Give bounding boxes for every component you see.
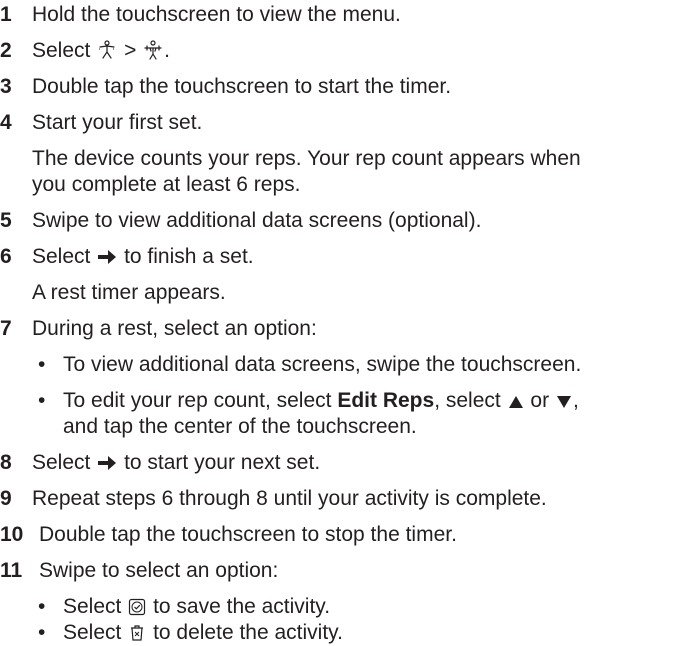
step-number: 8 [0, 451, 12, 474]
step-number: 2 [0, 39, 12, 62]
bullet-text: To view additional data screens, swipe t… [63, 353, 582, 376]
save-checkmark-icon [129, 598, 146, 616]
step-number: 6 [0, 245, 12, 268]
bullet: • [38, 389, 46, 412]
step-text: Swipe to select an option: [39, 559, 279, 582]
step-text: Select to finish a set. [32, 244, 254, 270]
step-4-note-line-1: The device counts your reps. Your rep co… [32, 147, 581, 170]
step-number: 5 [0, 209, 12, 232]
step-text: Select > . [32, 38, 170, 64]
step-text: Hold the touchscreen to view the menu. [32, 3, 401, 26]
bullet-text: Select to save the activity. [63, 594, 330, 620]
step-text: Double tap the touchscreen to start the … [32, 75, 452, 98]
step-text-pre: Select [32, 245, 91, 268]
bullet-text-or: or [530, 389, 550, 412]
bullet-text-post: to delete the activity. [153, 621, 343, 644]
right-arrow-icon [98, 250, 117, 264]
step-number: 11 [0, 559, 23, 582]
bullet-text-mid: , select [434, 389, 501, 412]
bullet-text: and tap the center of the touchscreen. [63, 415, 417, 438]
step-number: 7 [0, 317, 12, 340]
bullet-text-pre: Select [63, 595, 122, 618]
step-4-note-line-2: you complete at least 6 reps. [32, 173, 301, 196]
triangle-down-icon [556, 396, 571, 408]
bullet-text-post: to save the activity. [153, 595, 331, 618]
step-number: 1 [0, 3, 12, 26]
bullet-text: Select to delete the activity. [63, 620, 343, 646]
step-number: 4 [0, 111, 12, 134]
step-text-pre: Select [32, 451, 91, 474]
step-text-separator: > [124, 39, 137, 62]
step-text: Start your first set. [32, 111, 203, 134]
step-text-post: to finish a set. [124, 245, 254, 268]
activity-run-icon [99, 40, 116, 59]
edit-reps-label: Edit Reps [337, 389, 435, 412]
bullet-text: To edit your rep count, select Edit Reps… [63, 388, 579, 414]
step-number: 9 [0, 487, 12, 510]
bullet: • [38, 353, 46, 376]
step-text: Double tap the touchscreen to stop the t… [39, 523, 457, 546]
step-6-note: A rest timer appears. [32, 281, 226, 304]
step-text: Repeat steps 6 through 8 until your acti… [32, 487, 547, 510]
bullet: • [38, 595, 46, 618]
step-text: Swipe to view additional data screens (o… [32, 209, 482, 232]
bullet-text-pre: Select [63, 621, 122, 644]
step-number: 10 [0, 523, 24, 546]
step-text: Select to start your next set. [32, 450, 320, 476]
right-arrow-icon [98, 456, 117, 470]
step-text-post: to start your next set. [124, 451, 321, 474]
step-text-post: . [164, 39, 171, 62]
step-text-pre: Select [32, 39, 91, 62]
strength-training-icon [144, 40, 162, 60]
bullet: • [38, 621, 46, 644]
delete-trash-icon [131, 625, 144, 641]
bullet-text-end: , [572, 389, 579, 412]
bullet-text-pre: To edit your rep count, select [63, 389, 332, 412]
step-text: During a rest, select an option: [32, 317, 317, 340]
step-number: 3 [0, 75, 12, 98]
triangle-up-icon [508, 396, 523, 408]
